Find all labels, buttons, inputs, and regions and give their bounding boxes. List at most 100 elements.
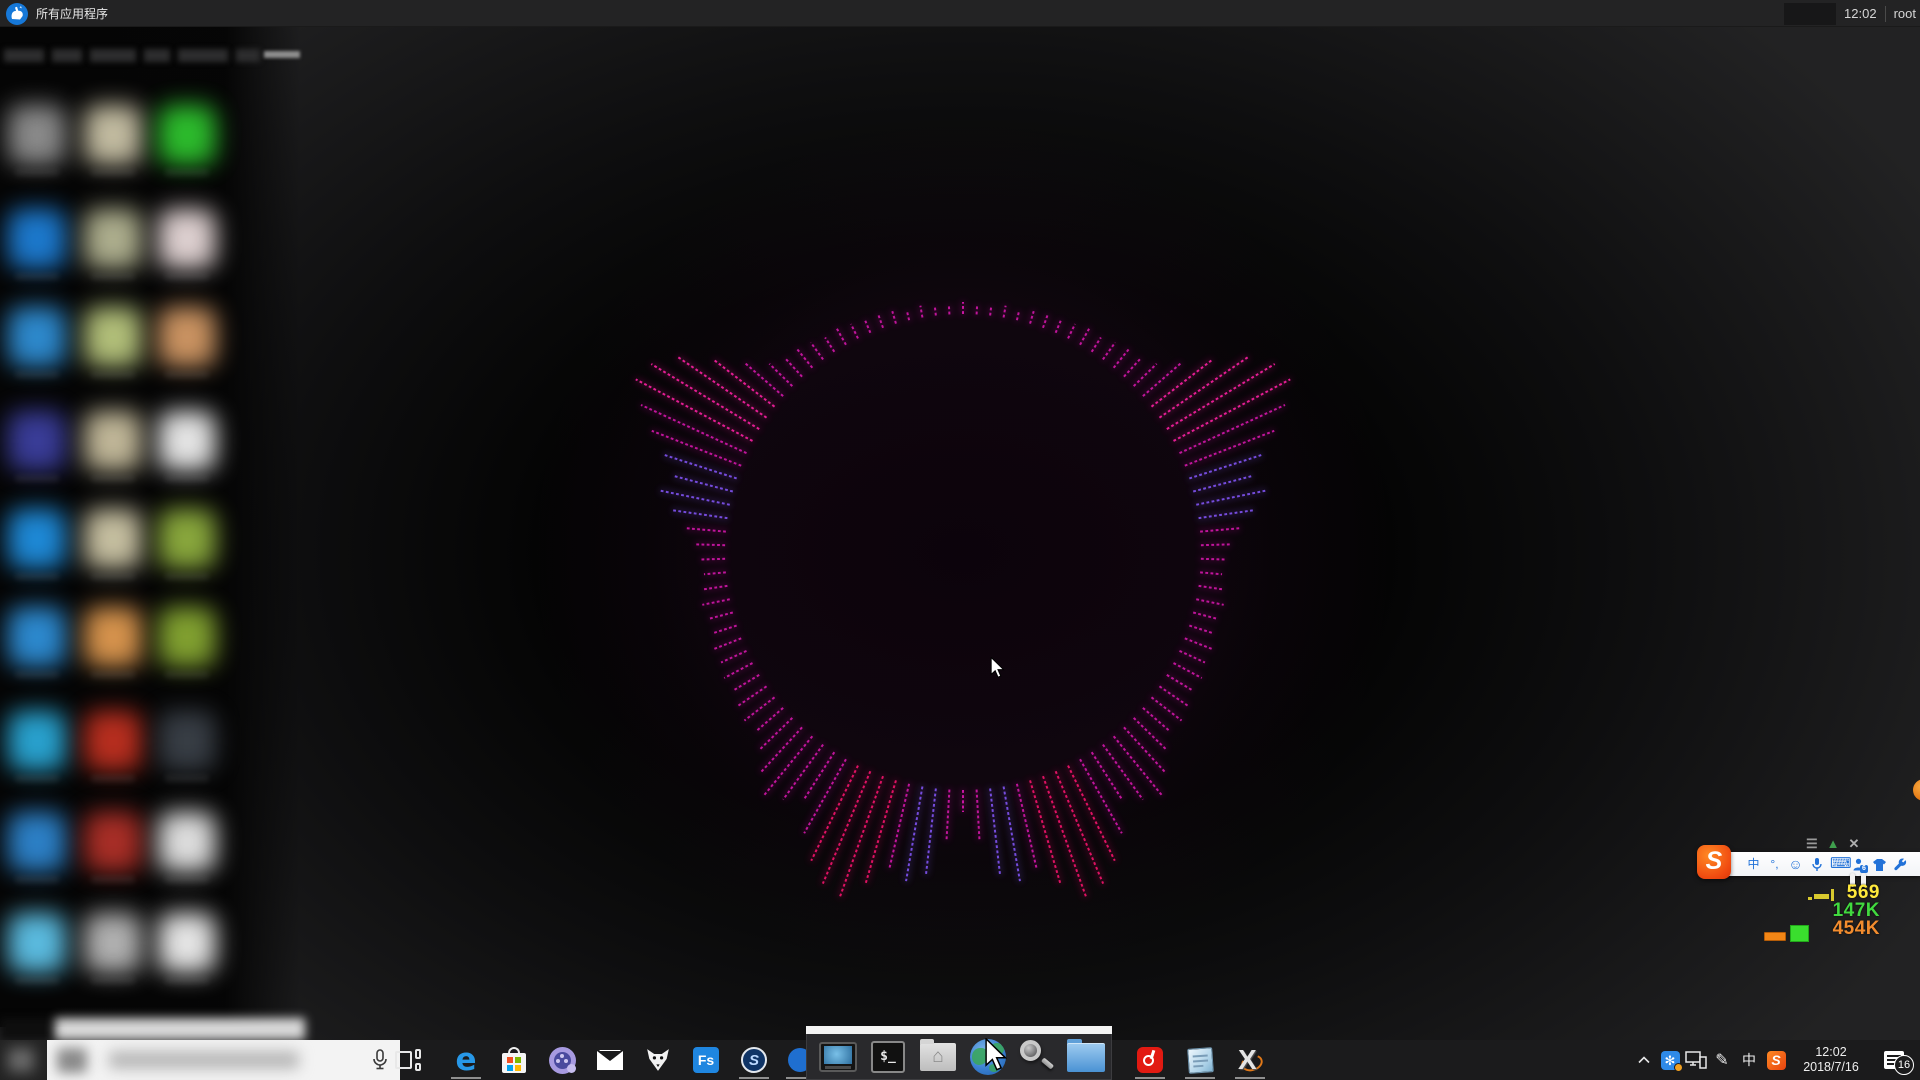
running-indicator bbox=[451, 1077, 481, 1079]
tray-ink-pen-icon[interactable]: ✎ bbox=[1709, 1040, 1735, 1080]
app-icon-blob[interactable] bbox=[84, 913, 142, 973]
app-icon-blob[interactable] bbox=[8, 509, 66, 569]
dock-top-strip bbox=[806, 1026, 1112, 1034]
app-icon-blob[interactable] bbox=[158, 607, 216, 667]
app-icon-blob[interactable] bbox=[158, 711, 216, 771]
app-label-blurred bbox=[15, 371, 59, 378]
voice-input-icon[interactable] bbox=[1809, 853, 1824, 875]
app-icon-blob[interactable] bbox=[84, 607, 142, 667]
app-icon-blob[interactable] bbox=[84, 105, 142, 165]
menu-icon[interactable]: ☰ bbox=[1806, 837, 1818, 851]
app-icon-blob[interactable] bbox=[84, 411, 142, 471]
app-label-blurred bbox=[165, 775, 209, 782]
foobar2000-icon[interactable] bbox=[635, 1040, 681, 1080]
app-icon-blob[interactable] bbox=[84, 209, 142, 269]
notification-center-button[interactable]: 16 bbox=[1872, 1040, 1916, 1080]
app-icon-blob[interactable] bbox=[158, 307, 216, 367]
sidebar-band-item bbox=[90, 49, 136, 62]
app-icon-blob[interactable] bbox=[158, 411, 216, 471]
app-label-blurred bbox=[165, 475, 209, 482]
start-logo-blurred bbox=[8, 1048, 34, 1072]
tray-sogou-icon[interactable]: S bbox=[1763, 1040, 1789, 1080]
running-indicator bbox=[1185, 1077, 1215, 1079]
app-icon-blob[interactable] bbox=[84, 812, 142, 872]
chinese-mode-icon[interactable]: 中 bbox=[1746, 853, 1761, 875]
app-label-blurred bbox=[15, 273, 59, 280]
all-apps-sidebar bbox=[0, 27, 300, 1027]
sogou-logo-icon[interactable]: S bbox=[1697, 845, 1731, 879]
search-flyout-shadow bbox=[0, 1018, 58, 1040]
dock-home-folder-icon[interactable]: ⌂ bbox=[916, 1037, 960, 1077]
app-label-blurred bbox=[165, 169, 209, 176]
topbar-indicator-box bbox=[1784, 3, 1836, 25]
app-icon-blob[interactable] bbox=[8, 812, 66, 872]
collapse-up-icon[interactable]: ▲ bbox=[1827, 837, 1840, 851]
dock-file-manager-icon[interactable] bbox=[1064, 1037, 1108, 1077]
app-icon-blob[interactable] bbox=[8, 209, 66, 269]
account-icon[interactable]: 6 bbox=[1851, 853, 1866, 875]
soft-keyboard-icon[interactable]: ⌨ bbox=[1830, 853, 1845, 875]
task-view-button[interactable] bbox=[385, 1040, 431, 1080]
app-icon-blob[interactable] bbox=[8, 913, 66, 973]
tray-ime-indicator[interactable]: 中 bbox=[1736, 1040, 1762, 1080]
netease-music-icon[interactable] bbox=[1127, 1040, 1173, 1080]
top-bar: 所有应用程序 12:02 root bbox=[0, 0, 1920, 27]
app-label-blurred bbox=[165, 876, 209, 883]
tray-chevron-icon[interactable] bbox=[1632, 1040, 1656, 1080]
tray-clock[interactable]: 12:02 2018/7/16 bbox=[1793, 1040, 1869, 1080]
edge-browser-icon[interactable]: e bbox=[443, 1040, 489, 1080]
tray-sync-app-icon[interactable]: ✻ bbox=[1657, 1040, 1683, 1080]
app-icon-blob[interactable] bbox=[84, 711, 142, 771]
punctuation-icon[interactable]: °, bbox=[1767, 853, 1782, 875]
green-meter-icon bbox=[1790, 925, 1809, 942]
app-icon-blob[interactable] bbox=[158, 209, 216, 269]
launcher-logo-icon bbox=[6, 3, 28, 25]
emoji-icon[interactable]: ☺ bbox=[1788, 853, 1803, 875]
close-icon[interactable]: ✕ bbox=[1849, 837, 1860, 851]
dock-terminal-icon[interactable]: $_ bbox=[866, 1037, 910, 1077]
start-button[interactable] bbox=[0, 1040, 47, 1080]
sidebar-band-item bbox=[178, 49, 228, 62]
tray-date: 2018/7/16 bbox=[1803, 1060, 1859, 1075]
app-icon-blob[interactable] bbox=[8, 411, 66, 471]
taskbar-search-input[interactable] bbox=[47, 1040, 400, 1080]
sidebar-band-item bbox=[52, 49, 82, 62]
running-indicator bbox=[739, 1077, 769, 1079]
app-icon-blob[interactable] bbox=[158, 509, 216, 569]
app-icon-blob[interactable] bbox=[158, 913, 216, 973]
dock-search-icon[interactable] bbox=[1014, 1037, 1058, 1077]
app-icon-blob[interactable] bbox=[158, 105, 216, 165]
mail-app-icon[interactable] bbox=[587, 1040, 633, 1080]
app-label-blurred bbox=[15, 977, 59, 984]
skin-icon[interactable] bbox=[1872, 853, 1887, 875]
settings-wrench-icon[interactable] bbox=[1893, 853, 1908, 875]
app-icon-blob[interactable] bbox=[84, 509, 142, 569]
search-blur-smudge bbox=[57, 1048, 87, 1073]
tray-network-icon[interactable] bbox=[1683, 1040, 1709, 1080]
app-label-blurred bbox=[91, 977, 135, 984]
app-icon-blob[interactable] bbox=[8, 711, 66, 771]
notification-count-badge: 16 bbox=[1894, 1055, 1914, 1075]
dock-show-desktop-icon[interactable] bbox=[816, 1037, 860, 1077]
sidebar-band-item bbox=[4, 49, 44, 62]
all-apps-launcher-button[interactable]: 所有应用程序 bbox=[6, 2, 108, 25]
app-icon-blob[interactable] bbox=[8, 307, 66, 367]
sogou-browser-icon[interactable]: S bbox=[731, 1040, 777, 1080]
app-label-blurred bbox=[91, 273, 135, 280]
microsoft-store-icon[interactable] bbox=[491, 1040, 537, 1080]
app-label-blurred bbox=[165, 371, 209, 378]
app-icon-blob[interactable] bbox=[158, 812, 216, 872]
app-icon-blob[interactable] bbox=[8, 105, 66, 165]
sogou-toolbar: 中 °, ☺ ⌨ 6 bbox=[1712, 852, 1920, 876]
search-flyout-blurred bbox=[55, 1018, 305, 1040]
topbar-username: root bbox=[1894, 6, 1916, 21]
app-icon-blob[interactable] bbox=[8, 607, 66, 667]
app-label-blurred bbox=[165, 273, 209, 280]
floating-dock: $_ ⌂ bbox=[806, 1026, 1112, 1080]
movies-app-icon[interactable] bbox=[539, 1040, 585, 1080]
notepad-icon[interactable] bbox=[1177, 1040, 1223, 1080]
app-icon-blob[interactable] bbox=[84, 307, 142, 367]
app-label-blurred bbox=[165, 573, 209, 580]
xorg-icon[interactable]: X bbox=[1227, 1040, 1273, 1080]
faststone-icon[interactable]: Fs bbox=[683, 1040, 729, 1080]
